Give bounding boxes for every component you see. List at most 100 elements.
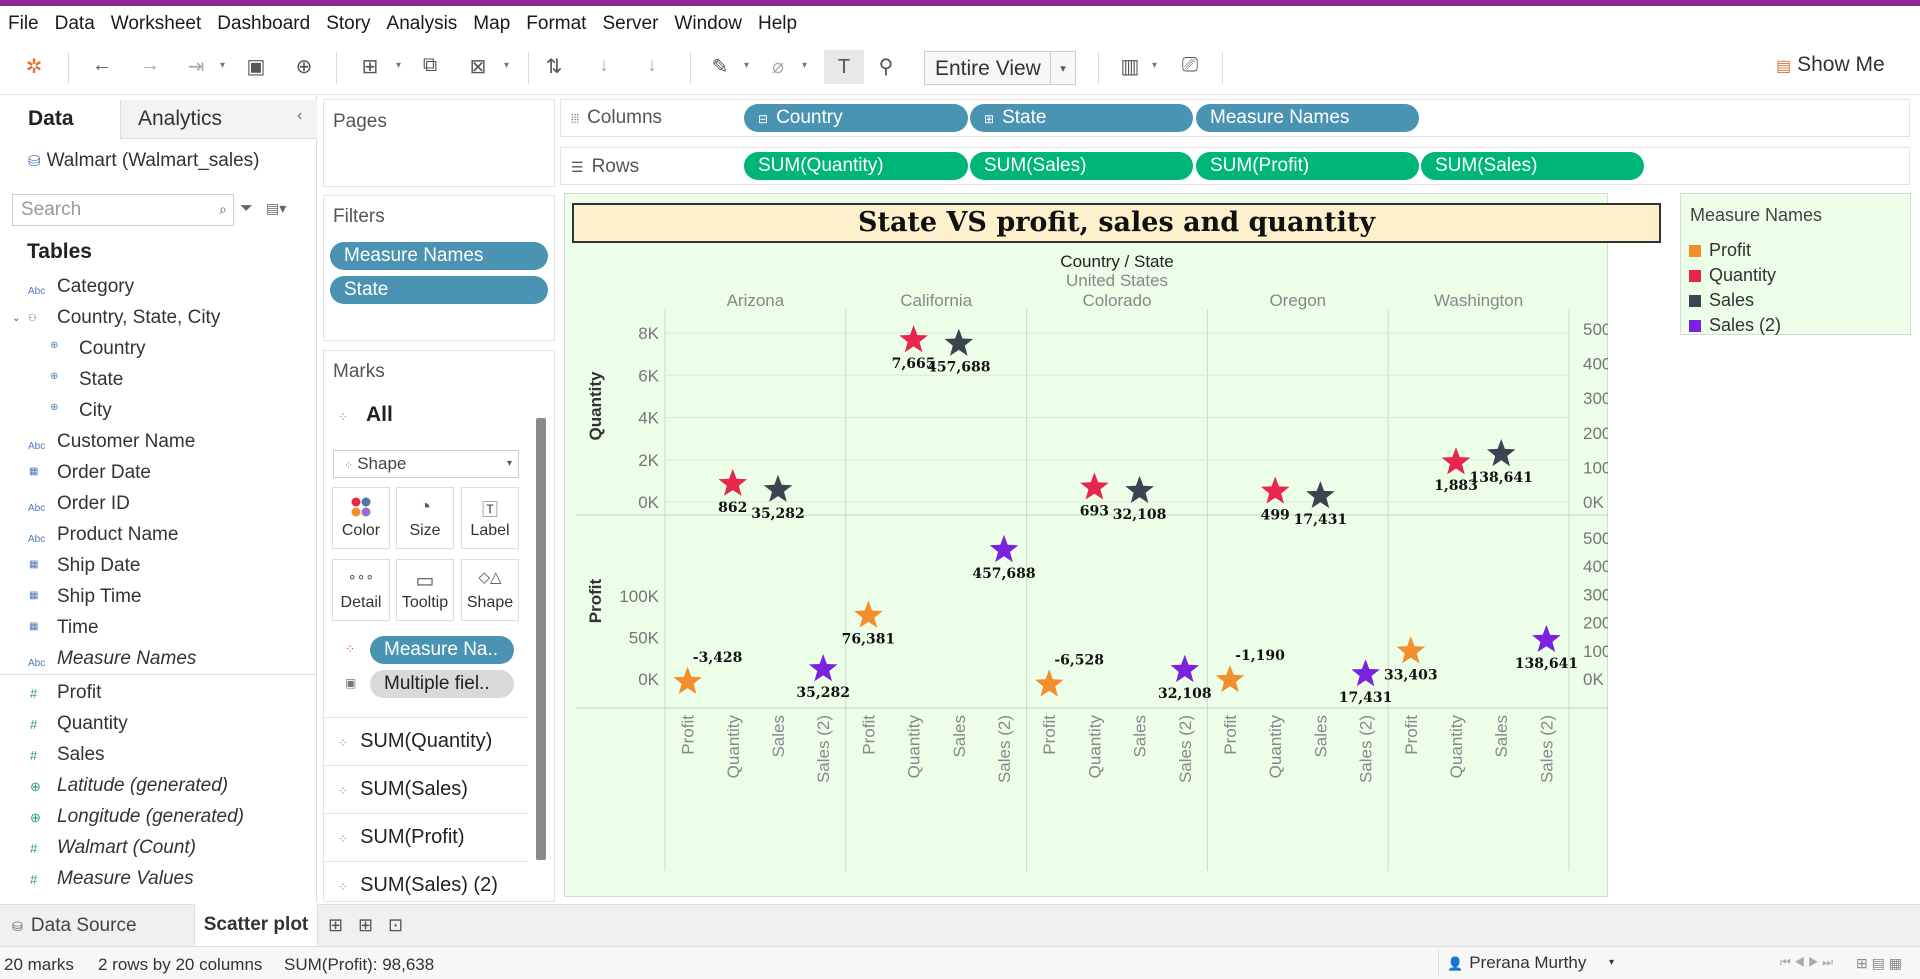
- replay-icon[interactable]: ⇥: [182, 54, 210, 79]
- new-worksheet-icon[interactable]: ⊞: [356, 54, 384, 79]
- datasource-item[interactable]: ⛁ Walmart (Walmart_sales): [28, 150, 259, 172]
- column-pill-state[interactable]: ⊞ State: [970, 104, 1193, 132]
- pin-axes-icon[interactable]: ⚲: [872, 54, 900, 79]
- marks-row-sum-quantity[interactable]: ⁘ SUM(Quantity): [324, 717, 528, 764]
- menu-window[interactable]: Window: [674, 13, 742, 35]
- group-members-icon[interactable]: ⌀: [764, 54, 792, 79]
- field-city[interactable]: City: [79, 400, 112, 422]
- menu-worksheet[interactable]: Worksheet: [111, 13, 201, 35]
- redo-icon[interactable]: →: [136, 54, 164, 77]
- row-pill-sum-sales[interactable]: SUM(Sales): [970, 152, 1193, 180]
- column-pill-country[interactable]: ⊟ Country: [744, 104, 968, 132]
- datasource-tab[interactable]: ⛁ Data Source: [12, 915, 137, 937]
- menu-story[interactable]: Story: [326, 13, 370, 35]
- sort-descending-icon[interactable]: ↓: [638, 54, 666, 77]
- field-customer-name[interactable]: Customer Name: [57, 431, 195, 453]
- field-state[interactable]: State: [79, 369, 123, 391]
- search-input[interactable]: Search ⌕: [12, 194, 234, 226]
- field-ship-time[interactable]: Ship Time: [57, 586, 141, 608]
- highlight-dropdown-icon[interactable]: ▾: [744, 60, 749, 71]
- menu-data[interactable]: Data: [55, 13, 95, 35]
- marks-row-sum-sales[interactable]: ⁘ SUM(Sales): [324, 765, 528, 812]
- legend-item-profit[interactable]: Profit: [1689, 240, 1751, 261]
- tab-data[interactable]: Data: [28, 107, 74, 131]
- replay-dropdown-icon[interactable]: ▾: [220, 60, 225, 71]
- field-ship-date[interactable]: Ship Date: [57, 555, 140, 577]
- filter-pill-state[interactable]: State: [330, 276, 548, 304]
- new-dashboard-icon[interactable]: ⊞: [358, 915, 373, 936]
- marks-all-label[interactable]: All: [366, 403, 393, 427]
- new-sheet-icon[interactable]: ⊞: [328, 915, 343, 936]
- sheet-nav-icons[interactable]: ⏮ ◀ ▶ ⏭: [1780, 955, 1833, 970]
- encoding-pill-measure-names[interactable]: Measure Na..: [370, 636, 514, 664]
- show-hide-cards-icon[interactable]: ▥: [1116, 54, 1144, 79]
- field-latitude[interactable]: Latitude (generated): [57, 775, 228, 797]
- marks-row-sum-sales-2[interactable]: ⁘ SUM(Sales) (2): [324, 861, 528, 900]
- presentation-mode-icon[interactable]: ⎚: [1176, 54, 1204, 77]
- row-pill-sum-quantity[interactable]: SUM(Quantity): [744, 152, 968, 180]
- field-sales[interactable]: Sales: [57, 744, 105, 766]
- menu-server[interactable]: Server: [602, 13, 658, 35]
- menu-map[interactable]: Map: [473, 13, 510, 35]
- menu-analysis[interactable]: Analysis: [387, 13, 458, 35]
- sheet-tab-scatter-plot[interactable]: Scatter plot: [194, 904, 318, 946]
- collapse-pane-icon[interactable]: ‹: [297, 107, 302, 125]
- tooltip-button[interactable]: ▭ Tooltip: [396, 559, 454, 621]
- legend-item-sales[interactable]: Sales: [1689, 290, 1754, 311]
- menu-file[interactable]: File: [8, 13, 39, 35]
- show-mark-labels-icon[interactable]: T: [824, 50, 864, 84]
- field-measure-names[interactable]: Measure Names: [57, 648, 196, 670]
- view-options-icon[interactable]: ▤▾: [266, 200, 286, 217]
- field-order-id[interactable]: Order ID: [57, 493, 130, 515]
- legend-item-sales-2[interactable]: Sales (2): [1689, 315, 1781, 336]
- label-button[interactable]: 🅃 Label: [461, 487, 519, 549]
- menu-dashboard[interactable]: Dashboard: [217, 13, 310, 35]
- filter-fields-icon[interactable]: ⏷: [240, 200, 253, 218]
- show-me-button[interactable]: ▤ Show Me: [1776, 53, 1885, 77]
- row-pill-sum-profit[interactable]: SUM(Profit): [1196, 152, 1419, 180]
- clear-sheet-icon[interactable]: ⊠: [464, 54, 492, 79]
- user-menu[interactable]: 👤 Prerana Murthy ▾: [1438, 950, 1624, 976]
- save-icon[interactable]: ▣: [242, 54, 270, 79]
- field-order-date[interactable]: Order Date: [57, 462, 151, 484]
- marks-scrollbar[interactable]: [536, 418, 546, 860]
- cards-dropdown-icon[interactable]: ▾: [1152, 60, 1157, 71]
- row-pill-sum-sales-2[interactable]: SUM(Sales): [1421, 152, 1644, 180]
- field-measure-values[interactable]: Measure Values: [57, 868, 194, 890]
- scatter-chart[interactable]: Country / StateUnited States Arizona Calif…: [564, 243, 1608, 895]
- tableau-logo-icon[interactable]: ✲: [20, 54, 48, 79]
- expand-chevron-icon[interactable]: ⌄: [12, 313, 20, 324]
- group-dropdown-icon[interactable]: ▾: [802, 60, 807, 71]
- mark-type-select[interactable]: ⁘ Shape ▾: [333, 450, 519, 478]
- size-button[interactable]: ◔ Size: [396, 487, 454, 549]
- legend-item-quantity[interactable]: Quantity: [1689, 265, 1776, 286]
- duplicate-icon[interactable]: ⧉: [416, 54, 444, 77]
- fit-view-select[interactable]: Entire View ▾: [924, 51, 1076, 85]
- field-profit[interactable]: Profit: [57, 682, 101, 704]
- marks-row-sum-profit[interactable]: ⁘ SUM(Profit): [324, 813, 528, 860]
- field-walmart-count[interactable]: Walmart (Count): [57, 837, 196, 859]
- new-story-icon[interactable]: ⊡: [388, 915, 403, 936]
- field-category[interactable]: Category: [57, 276, 134, 298]
- filter-pill-measure-names[interactable]: Measure Names: [330, 242, 548, 270]
- detail-button[interactable]: ∘∘∘ Detail: [332, 559, 390, 621]
- menu-help[interactable]: Help: [758, 13, 797, 35]
- field-quantity[interactable]: Quantity: [57, 713, 128, 735]
- undo-icon[interactable]: ←: [88, 54, 116, 77]
- swap-rows-columns-icon[interactable]: ⇅: [540, 54, 568, 79]
- encoding-pill-multiple-fields[interactable]: Multiple fiel..: [370, 670, 514, 698]
- sort-ascending-icon[interactable]: ↓: [590, 54, 618, 77]
- field-country-state-city[interactable]: Country, State, City: [57, 307, 220, 329]
- shape-button[interactable]: ◇△ Shape: [461, 559, 519, 621]
- add-datasource-icon[interactable]: ⊕: [290, 54, 318, 79]
- field-time[interactable]: Time: [57, 617, 99, 639]
- menu-format[interactable]: Format: [526, 13, 586, 35]
- new-worksheet-dropdown-icon[interactable]: ▾: [396, 60, 401, 71]
- field-product-name[interactable]: Product Name: [57, 524, 178, 546]
- color-button[interactable]: Color: [332, 487, 390, 549]
- column-pill-measure-names[interactable]: Measure Names: [1196, 104, 1419, 132]
- tab-analytics[interactable]: Analytics: [138, 107, 222, 131]
- field-longitude[interactable]: Longitude (generated): [57, 806, 244, 828]
- highlight-icon[interactable]: ✎: [706, 54, 734, 79]
- grid-view-icon[interactable]: ⊞ ▤ ▦: [1856, 955, 1902, 972]
